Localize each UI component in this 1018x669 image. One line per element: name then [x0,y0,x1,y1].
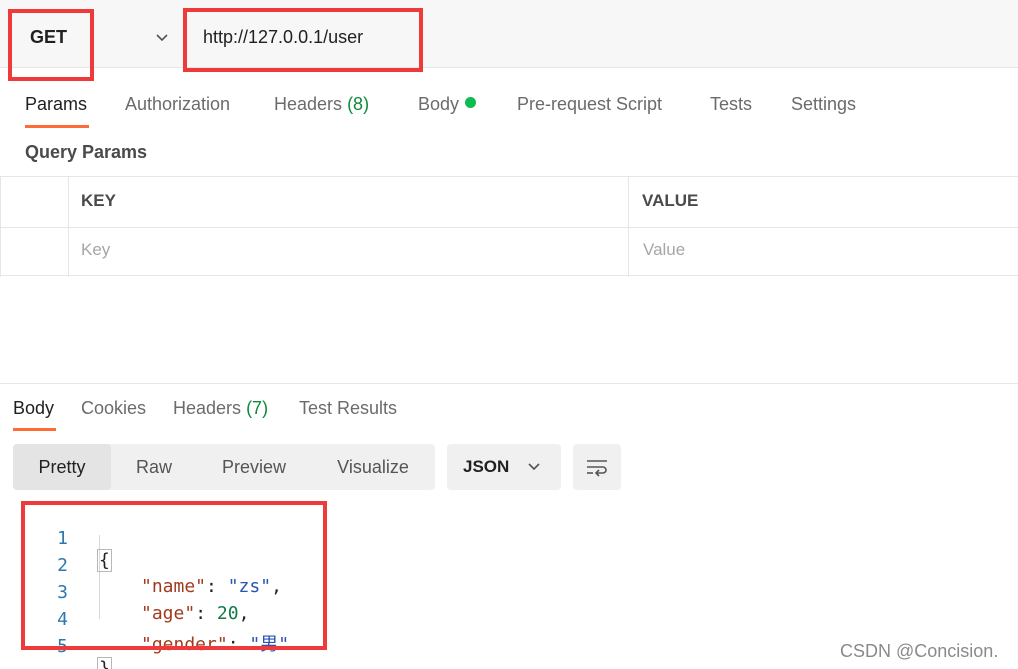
active-response-tab-underline [13,428,56,431]
response-tab-test-results[interactable]: Test Results [299,398,397,419]
tab-tests[interactable]: Tests [710,94,752,115]
tab-settings[interactable]: Settings [791,94,856,115]
value-input[interactable]: Value [643,240,685,260]
column-divider [628,177,629,277]
watermark: CSDN @Concision. [840,641,999,661]
format-select-label: JSON [463,457,510,476]
key-input[interactable]: Key [81,240,110,260]
response-tab-cookies[interactable]: Cookies [81,398,146,419]
chevron-down-icon[interactable] [154,30,170,46]
request-bar [0,0,1018,68]
wrap-lines-button[interactable] [573,444,621,490]
tab-label: Headers [274,94,343,114]
tab-authorization[interactable]: Authorization [125,94,230,115]
tab-pre-request-script[interactable]: Pre-request Script [517,94,662,115]
format-select[interactable]: JSON [447,444,561,490]
row-divider [0,227,1018,228]
view-mode-visualize[interactable]: Visualize [325,444,421,490]
section-title: Query Params [25,142,148,162]
tab-label: Params [25,94,88,114]
column-header-value: VALUE [642,191,699,210]
url-input[interactable]: http://127.0.0.1/user [203,27,363,48]
active-tab-underline [25,125,89,128]
tab-label: Authorization [125,94,231,114]
pane-divider[interactable] [0,383,1018,384]
chevron-down-icon [528,463,540,471]
view-mode-pretty[interactable]: Pretty [13,444,111,490]
column-header-key: KEY [81,191,116,210]
method-select[interactable]: GET [30,27,67,48]
response-headers-count: (7) [246,398,269,418]
body-indicator-dot [465,97,477,108]
headers-count: (8) [347,94,370,114]
tab-label: Headers [173,398,242,418]
response-tab-body[interactable]: Body [13,398,54,419]
tab-label: Pre-request Script [517,94,663,114]
tab-headers[interactable]: Headers (8) [274,94,369,115]
column-divider [68,177,69,277]
request-tabs: Params Authorization Headers (8) Body Pr… [0,84,1018,130]
tab-params[interactable]: Params [25,94,87,115]
code-text: } [97,657,112,669]
view-mode-preview[interactable]: Preview [209,444,299,490]
tab-label: Settings [791,94,857,114]
view-mode-raw[interactable]: Raw [119,444,189,490]
code-highlight-box [21,501,327,650]
tab-body[interactable]: Body [418,94,477,115]
response-tab-headers[interactable]: Headers (7) [173,398,268,419]
tab-label: Tests [710,94,753,114]
tab-label: Body [418,94,460,114]
wrap-lines-icon [587,460,607,477]
view-mode-selector: Pretty Raw Preview Visualize [13,444,435,490]
query-params-table: KEY VALUE Key Value [0,176,1018,277]
